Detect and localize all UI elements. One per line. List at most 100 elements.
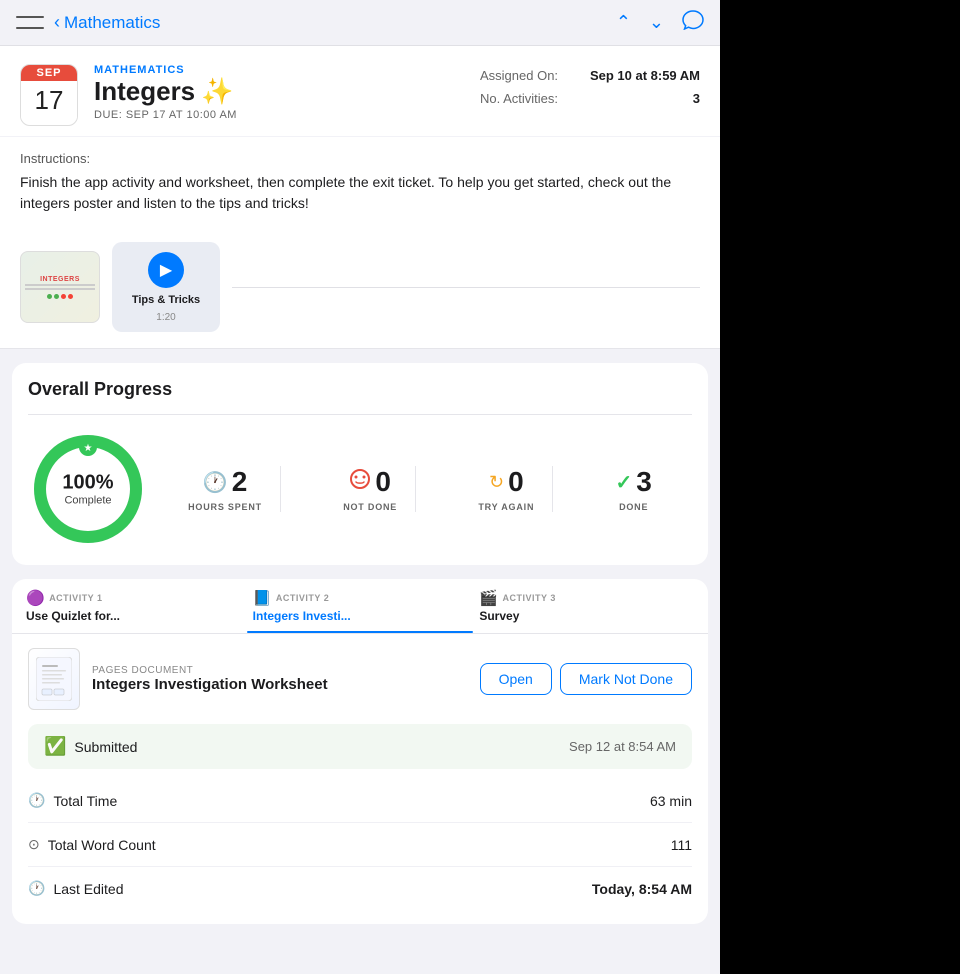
video-title: Tips & Tricks	[132, 294, 200, 306]
try-again-icon: ↻	[489, 472, 504, 493]
word-count-icon: ⊙	[28, 836, 40, 853]
stat-done-top: ✓ 3	[616, 466, 652, 498]
stat-try-again-top: ↻ 0	[489, 466, 524, 498]
open-button[interactable]: Open	[480, 663, 552, 695]
info-rows: 🕐 Total Time 63 min ⊙ Total Word Count 1…	[28, 779, 692, 910]
calendar-month: SEP	[21, 65, 77, 81]
activity-1-icon: 🟣	[26, 589, 45, 607]
poster-line	[25, 284, 95, 286]
calendar-icon: SEP 17	[20, 64, 78, 126]
last-edited-label: Last Edited	[53, 881, 123, 897]
poster-line-2	[25, 288, 95, 290]
activity-2-num: 📘 ACTIVITY 2	[253, 589, 330, 607]
video-card[interactable]: ▶ Tips & Tricks 1:20	[112, 242, 220, 332]
assignment-header: SEP 17 MATHEMATICS Integers ✨ DUE: SEP 1…	[0, 46, 720, 136]
assignment-subject: MATHEMATICS	[94, 64, 464, 76]
doc-name: Integers Investigation Worksheet	[92, 676, 468, 693]
total-time-row: 🕐 Total Time 63 min	[28, 779, 692, 823]
activity-detail: PAGES DOCUMENT Integers Investigation Wo…	[12, 634, 708, 924]
try-again-label: TRY AGAIN	[478, 502, 534, 512]
activity-tabs: 🟣 ACTIVITY 1 Use Quizlet for... 📘 ACTIVI…	[12, 579, 708, 634]
word-count-value: 111	[671, 837, 692, 853]
clock-icon: 🕐	[203, 470, 228, 495]
stat-hours-top: 🕐 2	[203, 466, 247, 498]
stat-try-again: ↻ 0 TRY AGAIN	[460, 466, 553, 512]
progress-divider	[28, 414, 692, 415]
nav-bar: ‹ Mathematics ⌃ ⌄	[0, 0, 720, 46]
no-activities-value: 3	[693, 91, 700, 106]
submitted-card: ✅ Submitted Sep 12 at 8:54 AM	[28, 724, 692, 769]
doc-type: PAGES DOCUMENT	[92, 665, 468, 676]
activity-tab-3[interactable]: 🎬 ACTIVITY 3 Survey	[473, 579, 700, 633]
integers-poster[interactable]: INTEGERS	[20, 251, 100, 323]
assignment-info: MATHEMATICS Integers ✨ DUE: SEP 17 AT 10…	[94, 64, 464, 121]
progress-section: Overall Progress ★ 100% Complete	[12, 363, 708, 565]
word-count-left: ⊙ Total Word Count	[28, 836, 156, 853]
submitted-label: Submitted	[74, 739, 137, 755]
not-done-icon	[349, 468, 371, 496]
instructions-label: Instructions:	[20, 151, 700, 166]
donut-chart: ★ 100% Complete	[28, 429, 148, 549]
doc-thumbnail	[28, 648, 80, 710]
back-button[interactable]: ‹ Mathematics	[54, 12, 160, 33]
submitted-check-icon: ✅	[44, 736, 66, 757]
total-time-left: 🕐 Total Time	[28, 792, 117, 809]
time-icon: 🕐	[28, 792, 45, 809]
nav-right: ⌃ ⌄	[616, 10, 704, 35]
activity-tab-1[interactable]: 🟣 ACTIVITY 1 Use Quizlet for...	[20, 579, 247, 633]
stat-not-done: 0 NOT DONE	[325, 466, 416, 512]
sidebar-toggle-button[interactable]	[16, 12, 44, 34]
activity-tab-2[interactable]: 📘 ACTIVITY 2 Integers Investi...	[247, 579, 474, 633]
donut-center: 100% Complete	[62, 472, 113, 507]
down-chevron-icon[interactable]: ⌄	[649, 12, 664, 33]
donut-label: Complete	[62, 495, 113, 507]
activity-1-name: Use Quizlet for...	[26, 609, 120, 623]
assigned-on-value: Sep 10 at 8:59 AM	[590, 68, 700, 83]
last-edited-value: Today, 8:54 AM	[592, 881, 692, 897]
activity-1-num: 🟣 ACTIVITY 1	[26, 589, 103, 607]
progress-title: Overall Progress	[28, 379, 692, 400]
assigned-on-row: Assigned On: Sep 10 at 8:59 AM	[480, 68, 700, 83]
last-edited-left: 🕐 Last Edited	[28, 880, 124, 897]
poster-title: INTEGERS	[40, 276, 80, 283]
not-done-value: 0	[375, 466, 391, 498]
donut-percent: 100%	[62, 472, 113, 495]
assignment-due: DUE: SEP 17 AT 10:00 AM	[94, 109, 464, 121]
mark-not-done-button[interactable]: Mark Not Done	[560, 663, 692, 695]
play-icon: ▶	[148, 252, 184, 288]
total-time-label: Total Time	[53, 793, 117, 809]
instructions-text: Finish the app activity and worksheet, t…	[20, 172, 700, 214]
word-count-row: ⊙ Total Word Count 111	[28, 823, 692, 867]
hours-label: HOURS SPENT	[188, 502, 262, 512]
stat-done: ✓ 3 DONE	[598, 466, 670, 512]
done-icon: ✓	[616, 470, 633, 495]
hours-value: 2	[232, 466, 248, 498]
doc-actions: Open Mark Not Done	[480, 663, 692, 695]
up-chevron-icon[interactable]: ⌃	[616, 12, 631, 33]
done-value: 3	[636, 466, 652, 498]
title-emoji: ✨	[201, 76, 233, 107]
submitted-date: Sep 12 at 8:54 AM	[569, 739, 676, 754]
total-time-value: 63 min	[650, 793, 692, 809]
video-duration: 1:20	[156, 312, 175, 323]
instructions-section: Instructions: Finish the app activity an…	[0, 137, 720, 228]
not-done-label: NOT DONE	[343, 502, 397, 512]
comment-icon[interactable]	[682, 10, 704, 35]
assigned-on-label: Assigned On:	[480, 68, 558, 83]
activity-2-icon: 📘	[253, 589, 272, 607]
media-row: INTEGERS ▶ Tips & Tricks 1:20	[0, 228, 720, 349]
activity-3-name: Survey	[479, 609, 519, 623]
done-label: DONE	[619, 502, 648, 512]
word-count-label: Total Word Count	[48, 837, 156, 853]
doc-row: PAGES DOCUMENT Integers Investigation Wo…	[28, 648, 692, 710]
last-edited-icon: 🕐	[28, 880, 45, 897]
progress-content: ★ 100% Complete 🕐 2 HOURS SPENT	[28, 429, 692, 549]
assignment-title: Integers ✨	[94, 76, 464, 107]
stats-grid: 🕐 2 HOURS SPENT	[148, 466, 692, 512]
no-activities-label: No. Activities:	[480, 91, 558, 106]
no-activities-row: No. Activities: 3	[480, 91, 700, 106]
try-again-value: 0	[508, 466, 524, 498]
stat-hours: 🕐 2 HOURS SPENT	[170, 466, 281, 512]
chevron-left-icon: ‹	[54, 12, 60, 33]
assignment-meta: Assigned On: Sep 10 at 8:59 AM No. Activ…	[480, 64, 700, 106]
